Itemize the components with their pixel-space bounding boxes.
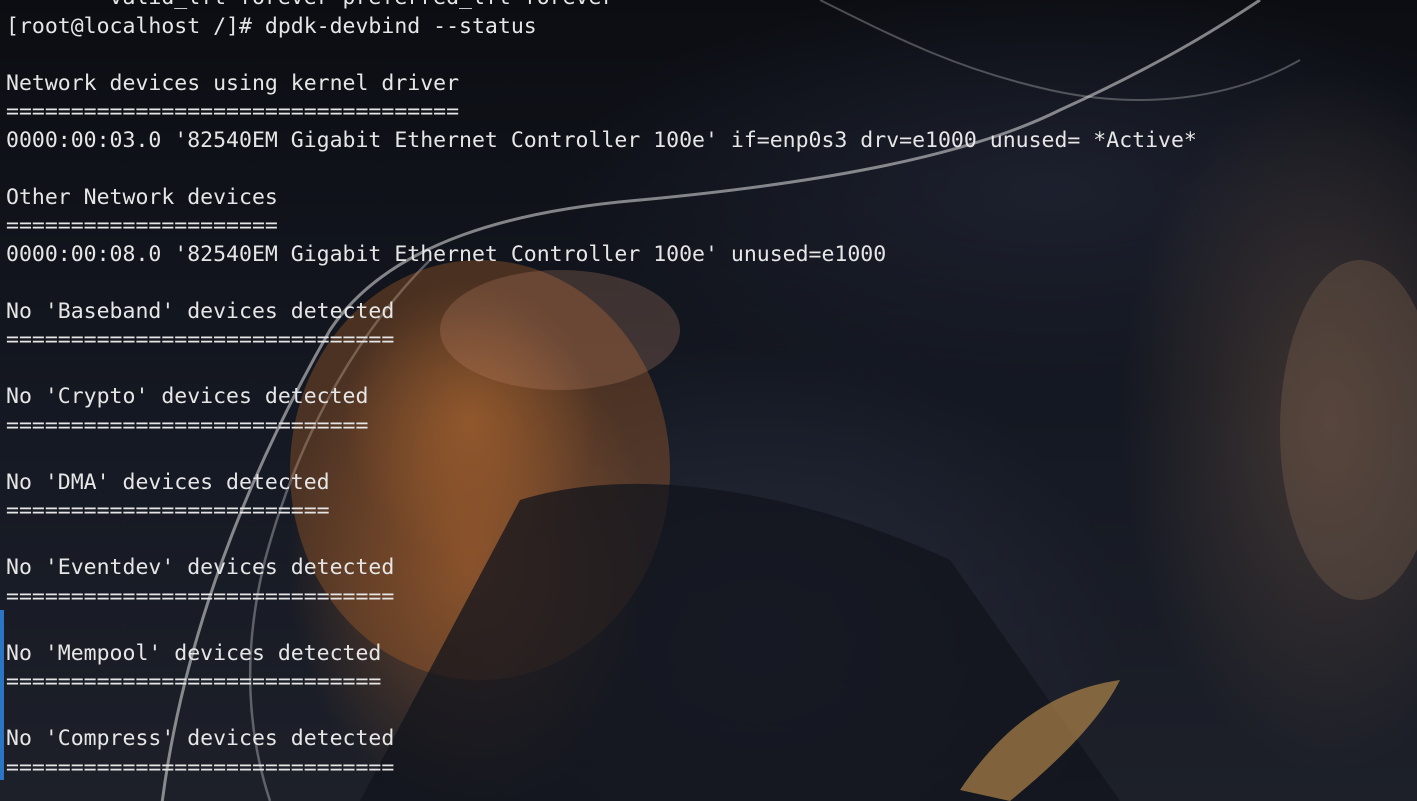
section-heading: No 'Crypto' devices detected (6, 384, 369, 409)
section-underline: ============================ (6, 412, 369, 438)
device-entry: 0000:00:08.0 '82540EM Gigabit Ethernet C… (6, 241, 887, 267)
output-line: valid_lft forever preferred_lft forever (6, 0, 1197, 13)
section-underline: ========================= (6, 498, 330, 523)
section-underline: ===================== (6, 213, 278, 238)
section-underline: ============================= (6, 669, 382, 694)
section-underline: =================================== (6, 99, 460, 124)
section-heading: No 'Mempool' devices detected (6, 640, 382, 666)
section-heading: No 'Eventdev' devices detected (6, 555, 395, 580)
section-heading: Network devices using kernel driver (6, 70, 460, 96)
section-heading: No 'Compress' devices detected (6, 726, 395, 751)
selection-indicator-bar (0, 610, 4, 780)
section-heading: No 'DMA' devices detected (6, 469, 330, 495)
section-heading: No 'Baseband' devices detected (6, 298, 395, 324)
section-underline: ============================== (6, 327, 395, 352)
terminal-window[interactable]: valid_lft forever preferred_lft forever[… (0, 0, 1417, 801)
device-entry: 0000:00:03.0 '82540EM Gigabit Ethernet C… (6, 127, 1197, 153)
section-underline: ============================== (6, 754, 395, 780)
section-underline: ============================== (6, 583, 395, 609)
terminal-output[interactable]: valid_lft forever preferred_lft forever[… (6, 0, 1197, 782)
command-prompt-line: [root@localhost /]# dpdk-devbind --statu… (6, 13, 537, 39)
section-heading: Other Network devices (6, 184, 278, 210)
